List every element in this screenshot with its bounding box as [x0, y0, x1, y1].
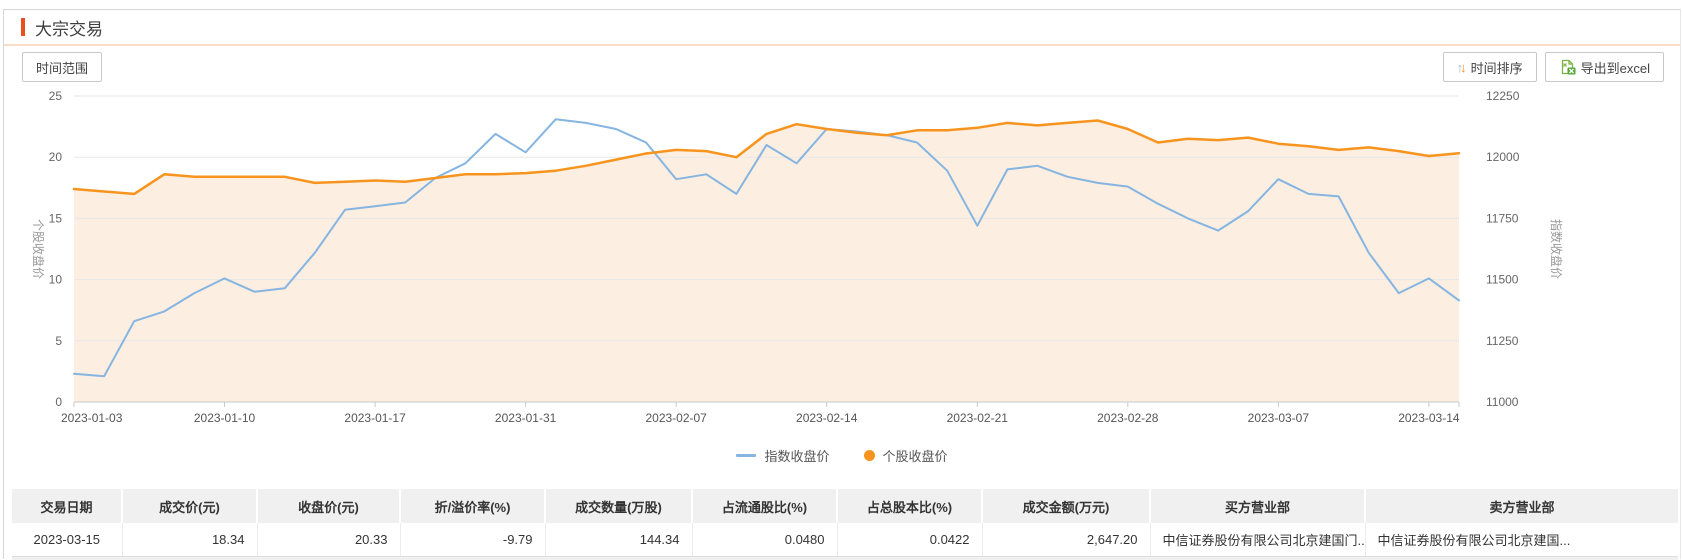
y-axis-right-tick-label: 11250: [1486, 334, 1519, 348]
block-trade-table: 交易日期 成交价(元) 收盘价(元) 折/溢价率(%) 成交数量(万股) 占流通股比(%)…: [12, 489, 1678, 557]
table-footer-strip: [12, 556, 1678, 560]
export-excel-button[interactable]: 导出到excel: [1544, 52, 1664, 82]
x-axis-tick-label: 2023-02-28: [1097, 411, 1159, 425]
page-title: 大宗交易: [35, 19, 103, 39]
chart-canvas[interactable]: 0 11000 5 11250 10 11500 15 11750 20 12000 25 12250…: [4, 88, 1680, 464]
table-cell: 中信证券股份有限公司北京建国门...: [1150, 523, 1366, 557]
block-trade-panel: 大宗交易 时间范围 ↑↓ 时间排序 导出到excel 指数收盘价 个股收盘价 0…: [3, 9, 1681, 560]
table-cell: -9.79: [400, 523, 546, 557]
title-accent-bar: [21, 18, 25, 36]
column-header-3: 折/溢价率(%): [400, 489, 546, 523]
x-axis-tick-label: 2023-01-17: [344, 411, 406, 425]
table-cell: 0.0422: [837, 523, 983, 557]
y-axis-left-tick-label: 10: [49, 273, 63, 287]
toolbar: 时间范围 ↑↓ 时间排序 导出到excel: [4, 46, 1680, 88]
x-axis-tick-label: 2023-02-14: [796, 411, 858, 425]
table-cell: 144.34: [545, 523, 693, 557]
column-header-4: 成交数量(万股): [545, 489, 693, 523]
right-axis-title: 指数收盘价: [1549, 219, 1564, 279]
column-header-0: 交易日期: [12, 489, 123, 523]
y-axis-right-tick-label: 11750: [1486, 211, 1519, 225]
x-axis-tick-label: 2023-02-07: [645, 411, 707, 425]
y-axis-right-tick-label: 11000: [1486, 395, 1519, 409]
y-axis-left-tick-label: 0: [55, 395, 62, 409]
table-cell: 0.0480: [692, 523, 838, 557]
stock-area-fill: [74, 120, 1459, 402]
x-axis-tick-label: 2023-01-03: [61, 411, 123, 425]
time-range-button[interactable]: 时间范围: [22, 52, 103, 82]
x-axis-tick-label: 2023-03-14: [1398, 411, 1460, 425]
table-cell: 中信证券股份有限公司北京建国...: [1365, 523, 1678, 557]
panel-header: 大宗交易: [4, 10, 1680, 44]
column-header-9: 卖方营业部: [1365, 489, 1678, 523]
x-axis-tick-label: 2023-01-10: [194, 411, 256, 425]
column-header-8: 买方营业部: [1150, 489, 1366, 523]
y-axis-left-tick-label: 20: [49, 150, 63, 164]
price-chart[interactable]: 指数收盘价 个股收盘价 0 11000 5 11250 10 11500 15 11750 20 1…: [4, 88, 1680, 464]
column-header-6: 占总股本比(%): [837, 489, 983, 523]
column-header-7: 成交金额(万元): [982, 489, 1151, 523]
table-cell: 2,647.20: [982, 523, 1151, 557]
y-axis-left-tick-label: 5: [55, 334, 62, 348]
table-header-row: 交易日期 成交价(元) 收盘价(元) 折/溢价率(%) 成交数量(万股) 占流通股比(%)…: [12, 489, 1678, 523]
table-row[interactable]: 2023-03-15 18.34 20.33 -9.79 144.34 0.0480 0.0…: [12, 523, 1678, 557]
table-cell: 20.33: [257, 523, 401, 557]
column-header-5: 占流通股比(%): [692, 489, 838, 523]
x-axis-tick-label: 2023-03-07: [1248, 411, 1310, 425]
column-header-1: 成交价(元): [122, 489, 258, 523]
table-cell: 18.34: [122, 523, 258, 557]
y-axis-left-tick-label: 15: [49, 211, 63, 225]
y-axis-right-tick-label: 11500: [1486, 273, 1519, 287]
y-axis-right-tick-label: 12250: [1486, 89, 1520, 103]
export-excel-label: 导出到excel: [1580, 60, 1650, 76]
time-range-label: 时间范围: [36, 60, 89, 76]
time-sort-label: 时间排序: [1470, 60, 1523, 76]
left-axis-title: 个股收盘价: [31, 219, 46, 279]
table-cell: 2023-03-15: [12, 523, 123, 557]
y-axis-right-tick-label: 12000: [1486, 150, 1520, 164]
column-header-2: 收盘价(元): [257, 489, 401, 523]
toolbar-right-group: ↑↓ 时间排序 导出到excel: [1442, 52, 1664, 82]
sort-arrows-icon: ↑↓: [1456, 59, 1467, 75]
x-axis-tick-label: 2023-01-31: [495, 411, 557, 425]
excel-icon: [1559, 59, 1576, 75]
y-axis-left-tick-label: 25: [49, 89, 63, 103]
time-sort-button[interactable]: ↑↓ 时间排序: [1442, 52, 1537, 82]
x-axis-tick-label: 2023-02-21: [947, 411, 1009, 425]
